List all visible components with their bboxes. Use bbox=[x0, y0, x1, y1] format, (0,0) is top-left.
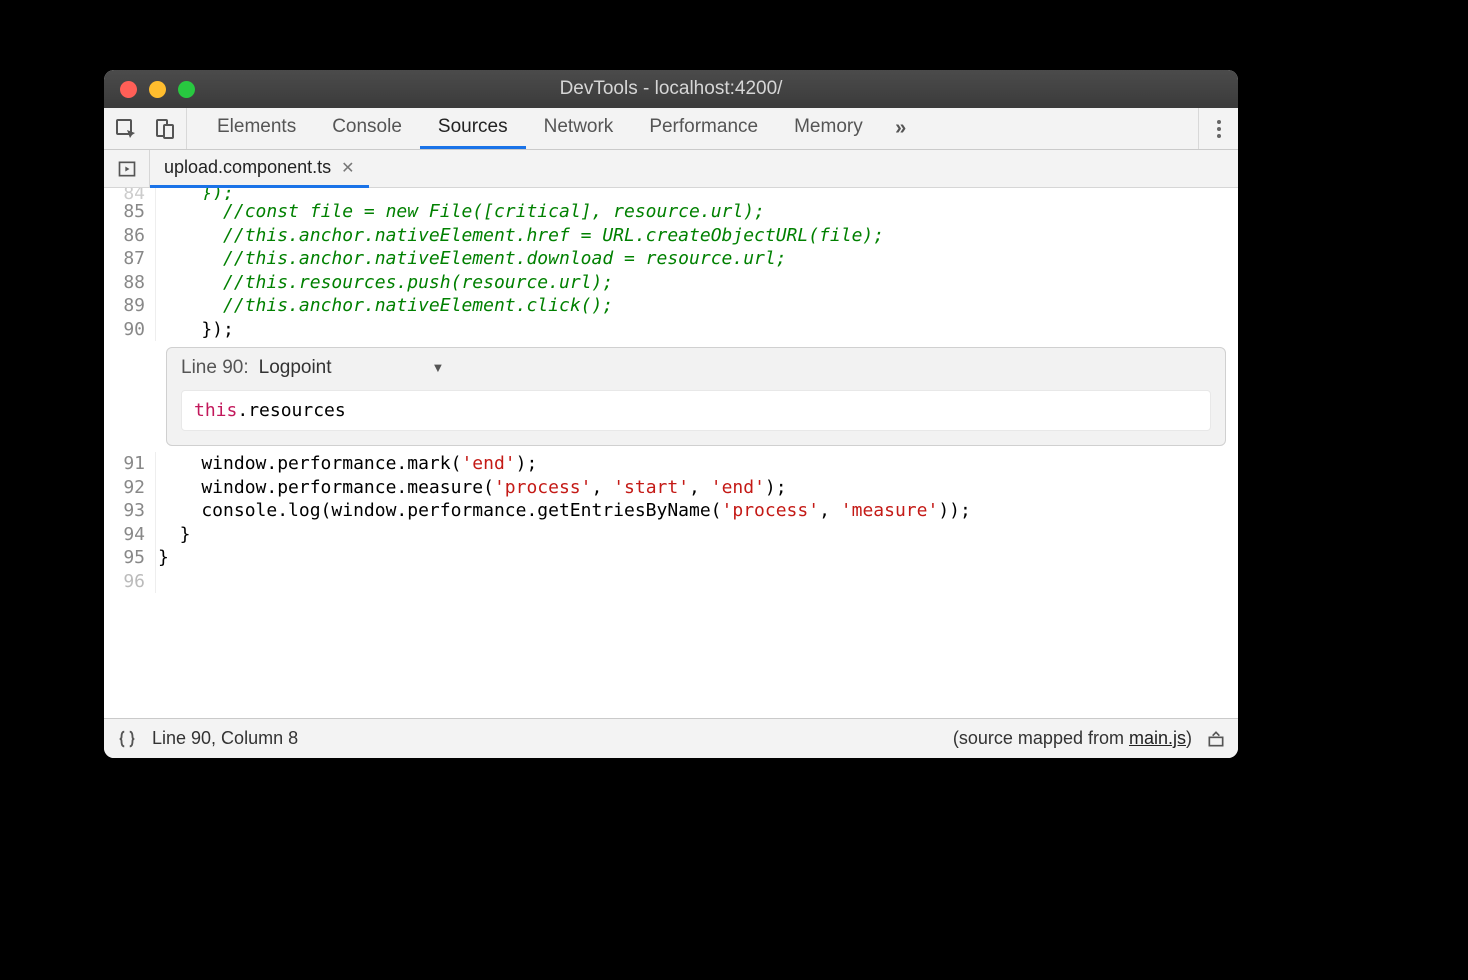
code-line: //this.anchor.nativeElement.click(); bbox=[156, 294, 1238, 318]
file-tab-upload-component[interactable]: upload.component.ts ✕ bbox=[150, 150, 369, 188]
line-number: 92 bbox=[104, 476, 156, 500]
chevron-down-icon: ▼ bbox=[432, 356, 445, 380]
tab-network[interactable]: Network bbox=[526, 108, 632, 149]
code-line: window.performance.measure('process', 's… bbox=[156, 476, 1238, 500]
inspect-element-icon[interactable] bbox=[114, 117, 138, 141]
code-line: console.log(window.performance.getEntrie… bbox=[156, 499, 1238, 523]
close-file-tab-icon[interactable]: ✕ bbox=[341, 158, 354, 178]
more-tabs-button[interactable]: » bbox=[881, 108, 921, 149]
code-line: window.performance.mark('end'); bbox=[156, 452, 1238, 476]
line-number: 96 bbox=[104, 570, 156, 594]
settings-menu-button[interactable] bbox=[1198, 108, 1238, 149]
device-toolbar-icon[interactable] bbox=[152, 117, 176, 141]
code-editor[interactable]: 84 }); 85 //const file = new File([criti… bbox=[104, 188, 1238, 718]
show-navigator-icon[interactable] bbox=[104, 150, 150, 187]
code-line: }); bbox=[156, 318, 1238, 342]
breakpoint-line-label: Line 90: bbox=[181, 356, 249, 380]
tab-memory[interactable]: Memory bbox=[776, 108, 881, 149]
line-number: 88 bbox=[104, 271, 156, 295]
line-number: 84 bbox=[104, 188, 156, 200]
status-bar: Line 90, Column 8 (source mapped from ma… bbox=[104, 718, 1238, 758]
main-toolbar: Elements Console Sources Network Perform… bbox=[104, 108, 1238, 150]
logpoint-expression-input[interactable]: this.resources bbox=[181, 390, 1211, 432]
line-number: 89 bbox=[104, 294, 156, 318]
tab-console[interactable]: Console bbox=[314, 108, 420, 149]
code-line: //this.resources.push(resource.url); bbox=[156, 271, 1238, 295]
code-line: }); bbox=[156, 188, 1238, 200]
breakpoint-editor-panel: Line 90: Logpoint ▼ this.resources bbox=[166, 347, 1226, 446]
line-number: 94 bbox=[104, 523, 156, 547]
line-number: 95 bbox=[104, 546, 156, 570]
minimize-window-button[interactable] bbox=[149, 81, 166, 98]
line-number: 85 bbox=[104, 200, 156, 224]
breakpoint-type-select[interactable]: Logpoint ▼ bbox=[259, 356, 445, 380]
line-number: 93 bbox=[104, 499, 156, 523]
source-map-link[interactable]: main.js bbox=[1129, 728, 1186, 748]
tab-performance[interactable]: Performance bbox=[631, 108, 776, 149]
code-line: } bbox=[156, 546, 1238, 570]
code-line: } bbox=[156, 523, 1238, 547]
tab-elements[interactable]: Elements bbox=[199, 108, 314, 149]
panel-tabs: Elements Console Sources Network Perform… bbox=[187, 108, 1198, 149]
line-number: 91 bbox=[104, 452, 156, 476]
code-line: //this.anchor.nativeElement.href = URL.c… bbox=[156, 224, 1238, 248]
cursor-position: Line 90, Column 8 bbox=[152, 728, 298, 749]
line-number: 86 bbox=[104, 224, 156, 248]
close-window-button[interactable] bbox=[120, 81, 137, 98]
code-line: //this.anchor.nativeElement.download = r… bbox=[156, 247, 1238, 271]
code-line bbox=[156, 570, 1238, 594]
window-title: DevTools - localhost:4200/ bbox=[104, 78, 1238, 100]
show-drawer-icon[interactable] bbox=[1206, 729, 1226, 749]
breakpoint-type-value: Logpoint bbox=[259, 356, 332, 380]
devtools-window: DevTools - localhost:4200/ Elements Cons… bbox=[104, 70, 1238, 758]
line-number: 90 bbox=[104, 318, 156, 342]
line-number: 87 bbox=[104, 247, 156, 271]
window-titlebar: DevTools - localhost:4200/ bbox=[104, 70, 1238, 108]
zoom-window-button[interactable] bbox=[178, 81, 195, 98]
file-tab-bar: upload.component.ts ✕ bbox=[104, 150, 1238, 188]
tab-sources[interactable]: Sources bbox=[420, 108, 526, 149]
code-line: //const file = new File([critical], reso… bbox=[156, 200, 1238, 224]
source-map-info: (source mapped from main.js) bbox=[953, 728, 1192, 749]
pretty-print-icon[interactable] bbox=[116, 728, 138, 750]
file-tab-label: upload.component.ts bbox=[164, 157, 331, 178]
